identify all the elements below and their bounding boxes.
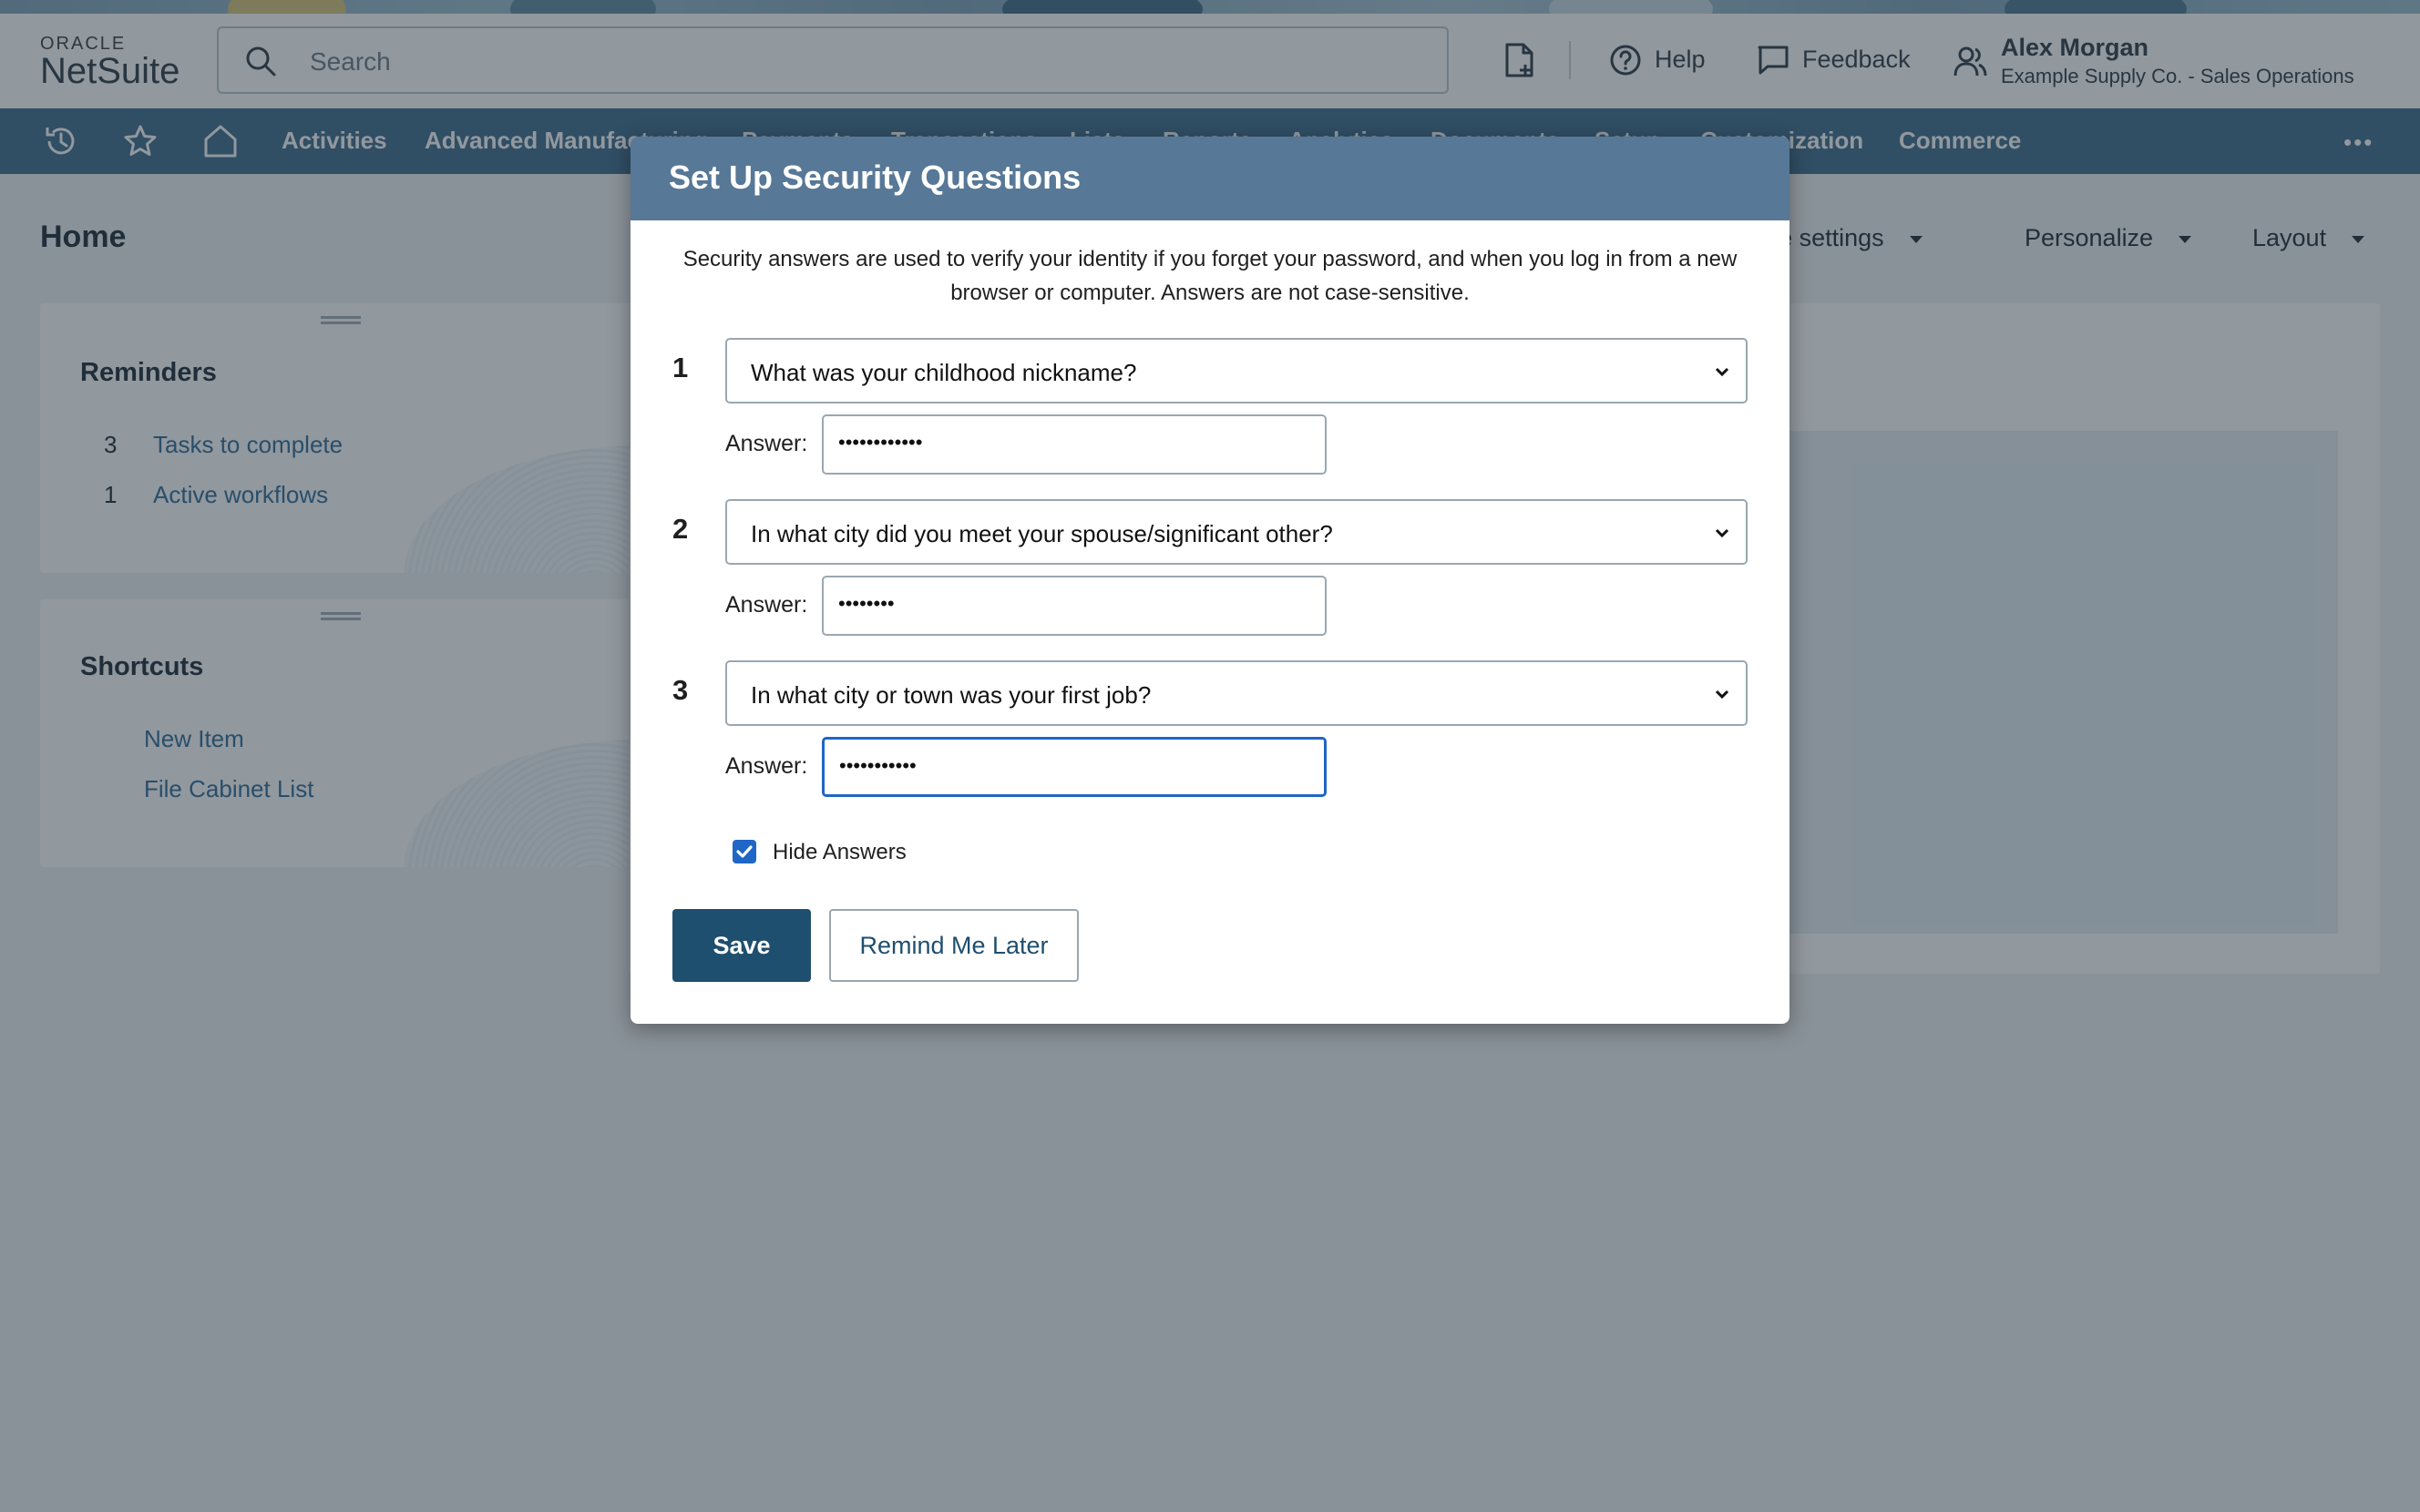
answer-label: Answer: [725,431,808,456]
dialog-title: Set Up Security Questions [669,158,1082,196]
hide-answers-checkbox[interactable] [733,840,756,863]
question-number: 2 [672,513,689,545]
answer-3-input[interactable]: ••••••••••• [822,737,1327,797]
question-3-value: In what city or town was your first job? [751,681,1152,709]
question-1-value: What was your childhood nickname? [751,359,1137,386]
security-questions-dialog: Set Up Security Questions Security answe… [631,137,1789,1024]
question-2-value: In what city did you meet your spouse/si… [751,520,1333,547]
checkmark-icon [736,845,753,858]
answer-3-masked-value: ••••••••••• [839,754,917,777]
remind-me-later-button[interactable]: Remind Me Later [829,909,1079,982]
answer-1-input[interactable]: •••••••••••• [822,414,1327,475]
answer-2-masked-value: •••••••• [838,592,895,615]
answer-2-input[interactable]: •••••••• [822,576,1327,636]
question-number: 1 [672,352,689,383]
question-2-select[interactable]: In what city did you meet your spouse/si… [725,499,1748,565]
question-1-select[interactable]: What was your childhood nickname? [725,338,1748,404]
chevron-down-icon [1715,367,1729,377]
answer-label: Answer: [725,753,808,779]
dialog-description: Security answers are used to verify your… [682,247,1738,305]
answer-label: Answer: [725,592,808,618]
dialog-header: Set Up Security Questions [631,137,1789,220]
save-button[interactable]: Save [672,909,811,982]
question-3-select[interactable]: In what city or town was your first job? [725,660,1748,726]
answer-1-masked-value: •••••••••••• [838,431,923,454]
chevron-down-icon [1715,528,1729,538]
hide-answers-label[interactable]: Hide Answers [773,840,907,865]
question-number: 3 [672,674,689,706]
chevron-down-icon [1715,690,1729,700]
